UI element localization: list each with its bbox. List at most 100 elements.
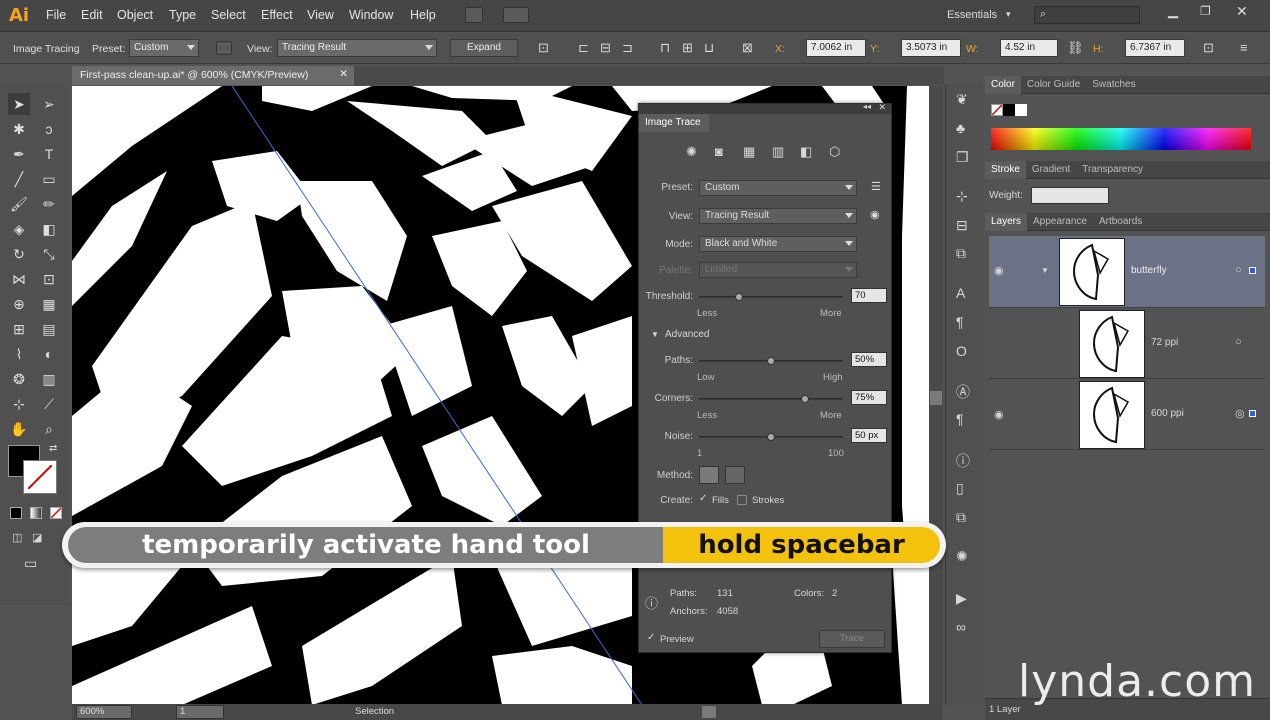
column-graph-tool-icon[interactable]: ▥	[38, 368, 60, 390]
layer-name[interactable]: 72 ppi	[1151, 337, 1178, 348]
preset-menu-icon[interactable]: ☰	[871, 180, 881, 193]
corners-value[interactable]: 75%	[851, 390, 887, 405]
trace-view-dropdown[interactable]: Tracing Result	[699, 208, 857, 224]
document-tab[interactable]: First-pass clean-up.ai* @ 600% (CMYK/Pre…	[72, 66, 354, 85]
menu-effect[interactable]: Effect	[261, 8, 293, 22]
tab-layers[interactable]: Layers	[985, 213, 1028, 231]
tab-appearance[interactable]: Appearance	[1027, 213, 1093, 231]
target-icon[interactable]: ○	[1235, 264, 1242, 276]
character-icon[interactable]: A	[956, 285, 965, 301]
control-menu-icon[interactable]: ≡	[1240, 40, 1248, 55]
width-tool-icon[interactable]: ⋈	[8, 268, 30, 290]
layer-row[interactable]: ◉ 600 ppi ◎	[989, 380, 1265, 450]
align-left-icon[interactable]: ⊏	[578, 40, 589, 56]
h-field[interactable]: 6.7367 in	[1125, 39, 1185, 57]
trace-mode-dropdown[interactable]: Black and White	[699, 236, 857, 252]
symbols-icon[interactable]: ❦	[956, 91, 968, 108]
graphic-styles-icon[interactable]: ❐	[956, 149, 969, 166]
color-spectrum[interactable]	[991, 128, 1251, 150]
noise-slider[interactable]	[699, 433, 843, 441]
layer-name[interactable]: 600 ppi	[1151, 408, 1184, 419]
pencil-tool-icon[interactable]: ✏	[38, 193, 60, 215]
lasso-tool-icon[interactable]: ↄ	[38, 118, 60, 140]
tab-color-guide[interactable]: Color Guide	[1021, 76, 1086, 94]
selected-art-indicator[interactable]	[1249, 267, 1256, 274]
target-icon[interactable]: ○	[1235, 336, 1242, 348]
line-tool-icon[interactable]: ╱	[8, 168, 30, 190]
gradient-mode-icon[interactable]	[30, 507, 42, 519]
x-field[interactable]: 7.0062 in	[806, 39, 866, 57]
zoom-tool-icon[interactable]: ⌕	[38, 418, 60, 440]
view-eye-icon[interactable]: ◉	[870, 208, 880, 221]
preset-dropdown[interactable]: Custom	[129, 39, 199, 57]
trace-button[interactable]: Trace	[819, 630, 885, 648]
align-middle-icon[interactable]: ⊞	[682, 40, 693, 56]
fills-checkbox[interactable]: ✓	[699, 493, 707, 504]
high-color-icon[interactable]: ◙	[715, 144, 723, 159]
menu-edit[interactable]: Edit	[81, 8, 103, 22]
document-info-icon[interactable]: ▯	[956, 480, 964, 497]
stroke-swatch[interactable]	[23, 460, 57, 494]
color-mode-icon[interactable]	[10, 507, 22, 519]
align-center-icon[interactable]: ⊟	[600, 40, 611, 56]
align-bottom-icon[interactable]: ⊔	[704, 40, 714, 56]
tab-swatches[interactable]: Swatches	[1086, 76, 1141, 94]
eyedropper-tool-icon[interactable]: ⌇	[8, 343, 30, 365]
close-tab-icon[interactable]: ✕	[339, 68, 348, 80]
tab-stroke[interactable]: Stroke	[985, 161, 1026, 179]
perspective-grid-tool-icon[interactable]: ▦	[38, 293, 60, 315]
selected-art-indicator[interactable]	[1249, 410, 1256, 417]
threshold-value[interactable]: 70	[851, 288, 887, 303]
vertical-scrollbar[interactable]	[929, 86, 943, 705]
collapse-icon[interactable]: ◂◂	[863, 102, 871, 111]
info-icon[interactable]: ⓘ	[956, 451, 970, 471]
align-panel-icon[interactable]: ⊟	[956, 217, 968, 234]
trace-preset-dropdown[interactable]: Custom	[699, 180, 857, 196]
layer-row[interactable]: 72 ppi ○	[989, 309, 1265, 379]
menu-select[interactable]: Select	[211, 8, 246, 22]
align-to-icon[interactable]: ⊡	[538, 40, 549, 56]
weight-field[interactable]	[1031, 187, 1109, 204]
tab-gradient[interactable]: Gradient	[1026, 161, 1076, 179]
advanced-toggle-icon[interactable]: ▼	[651, 330, 659, 339]
method-overlapping-icon[interactable]	[725, 466, 745, 484]
paragraph-icon[interactable]: ¶	[956, 314, 964, 330]
w-field[interactable]: 4.52 in	[1000, 39, 1058, 57]
white-swatch[interactable]	[1015, 104, 1027, 116]
visibility-eye-icon[interactable]: ◉	[994, 264, 1004, 277]
tab-transparency[interactable]: Transparency	[1076, 161, 1149, 179]
none-color-swatch[interactable]	[991, 104, 1003, 116]
slice-tool-icon[interactable]: ⟋	[38, 393, 60, 415]
target-icon[interactable]: ◎	[1235, 407, 1245, 420]
black-swatch[interactable]	[1003, 104, 1015, 116]
menu-type[interactable]: Type	[169, 8, 196, 22]
page-field[interactable]: 1	[176, 705, 224, 719]
bridge-icon[interactable]	[465, 7, 483, 23]
opentype-icon[interactable]: O	[956, 343, 967, 359]
visibility-eye-icon[interactable]: ◉	[994, 408, 1004, 421]
threshold-slider-thumb[interactable]	[735, 293, 743, 301]
layer-row[interactable]: ◉ ▼ butterfly ○	[989, 236, 1265, 308]
corners-slider[interactable]	[699, 395, 843, 403]
panel-titlebar[interactable]: ◂◂ ✕	[639, 102, 891, 114]
close-panel-icon[interactable]: ✕	[878, 102, 886, 113]
rectangle-tool-icon[interactable]: ▭	[38, 168, 60, 190]
grayscale-icon[interactable]: ▥	[772, 144, 784, 160]
image-trace-strip-icon[interactable]: ✺	[956, 548, 968, 565]
strokes-checkbox[interactable]	[737, 495, 747, 505]
gradient-tool-icon[interactable]: ▤	[38, 318, 60, 340]
free-transform-tool-icon[interactable]: ⊡	[38, 268, 60, 290]
cc-libraries-icon[interactable]: ∞	[956, 619, 966, 635]
paths-slider[interactable]	[699, 357, 843, 365]
method-abutting-icon[interactable]	[699, 466, 719, 484]
draw-inside-icon[interactable]: ◪	[32, 531, 42, 544]
transform-options-icon[interactable]: ⊡	[1203, 40, 1214, 56]
corners-slider-thumb[interactable]	[801, 395, 809, 403]
y-field[interactable]: 3.5073 in	[901, 39, 961, 57]
club-icon[interactable]: ♣	[956, 120, 965, 136]
h-scroll-thumb[interactable]	[702, 706, 716, 718]
screen-mode-icon[interactable]: ▭	[24, 555, 37, 572]
scale-tool-icon[interactable]: ⤡	[38, 243, 60, 265]
menu-help[interactable]: Help	[410, 8, 436, 22]
preview-checkbox[interactable]: ✓	[647, 632, 655, 643]
